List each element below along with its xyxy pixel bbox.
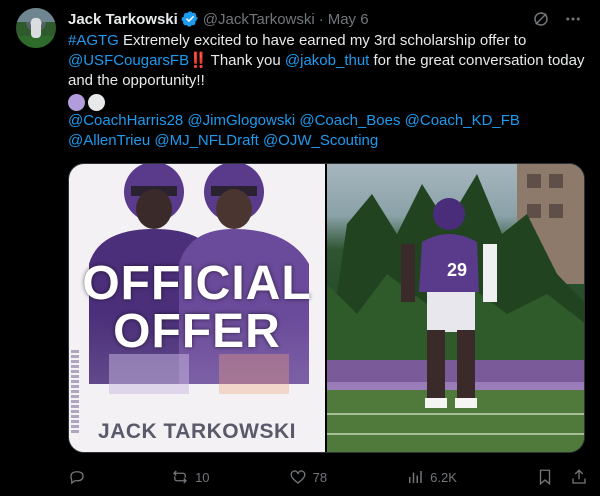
- more-options-icon[interactable]: [562, 8, 584, 30]
- white-heart-icon: [88, 94, 105, 111]
- avatar-player: [31, 18, 41, 38]
- mention-jakob[interactable]: @jakob_thut: [285, 52, 369, 69]
- bookmark-button[interactable]: [536, 468, 554, 486]
- graphic-title-line-2: OFFER: [113, 305, 281, 358]
- bookmark-icon: [539, 469, 551, 486]
- graphic-player-name: JACK TARKOWSKI: [98, 420, 296, 443]
- retweet-icon: [173, 470, 188, 484]
- verified-badge-icon: [181, 11, 198, 27]
- like-button[interactable]: 78: [289, 468, 327, 486]
- tweet-text: #AGTG Extremely excited to have earned m…: [68, 31, 588, 151]
- graphic-title-line-1: OFFICIAL: [82, 257, 312, 310]
- retweet-count: 10: [195, 469, 210, 485]
- emoji-hearts: [68, 91, 588, 111]
- views-count: 6.2K: [430, 469, 457, 485]
- separator-dot: ·: [318, 10, 324, 28]
- views-icon: [409, 471, 422, 483]
- jersey-number: 29: [446, 260, 468, 280]
- tweet-header: Jack Tarkowski @JackTarkowski · May 6: [68, 9, 369, 29]
- retweet-button[interactable]: 10: [171, 468, 210, 486]
- top-actions: [530, 8, 584, 30]
- reply-icon: [70, 471, 84, 485]
- share-button[interactable]: [570, 468, 588, 486]
- tweet-paragraph: #AGTG Extremely excited to have earned m…: [68, 31, 588, 91]
- share-icon: [572, 469, 586, 484]
- purple-heart-icon: [68, 94, 85, 111]
- mentions-line-2[interactable]: @AllenTrieu @MJ_NFLDraft @OJW_Scouting: [68, 131, 588, 151]
- author-handle[interactable]: @JackTarkowski: [203, 11, 315, 28]
- double-exclamation-icon: ‼️: [189, 52, 208, 69]
- views-button[interactable]: 6.2K: [406, 468, 457, 486]
- text-segment-1: Extremely excited to have earned my 3rd …: [118, 32, 527, 49]
- hashtag-agtg[interactable]: #AGTG: [68, 32, 119, 49]
- grok-icon[interactable]: [530, 8, 552, 30]
- action-bar-right: [536, 468, 588, 486]
- media-image-official-offer[interactable]: OFFICIAL OFFER JACK TARKOWSKI: [69, 164, 325, 452]
- player-photo-illustration: [327, 164, 584, 452]
- text-segment-2: Thank you: [206, 52, 285, 69]
- heart-icon: [290, 470, 306, 484]
- media-grid: OFFICIAL OFFER JACK TARKOWSKI 29: [68, 163, 585, 453]
- mentions-line-1[interactable]: @CoachHarris28 @JimGlogowski @Coach_Boes…: [68, 111, 588, 131]
- tweet[interactable]: Jack Tarkowski @JackTarkowski · May 6 #A…: [0, 0, 600, 496]
- author-name[interactable]: Jack Tarkowski: [68, 11, 178, 28]
- avatar[interactable]: [16, 8, 56, 48]
- reply-button[interactable]: [68, 468, 92, 486]
- tweet-date[interactable]: May 6: [328, 11, 369, 28]
- mention-usf[interactable]: @USFCougarsFB: [68, 52, 189, 69]
- action-bar: 10 78 6.2K: [68, 466, 588, 488]
- media-image-player-photo[interactable]: 29: [327, 164, 584, 452]
- like-count: 78: [312, 469, 328, 485]
